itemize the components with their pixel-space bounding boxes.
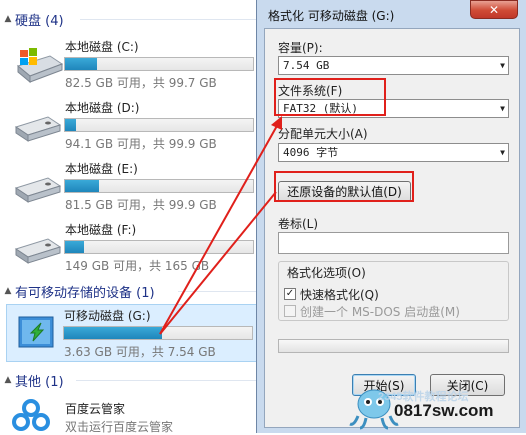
group-header-hard-drives[interactable]: ▲ 硬盘 (4)	[0, 8, 262, 30]
collapse-chevron-icon[interactable]: ▲	[1, 14, 15, 24]
allocation-select[interactable]: 4096 字节 ▼	[278, 143, 509, 162]
collapse-chevron-icon[interactable]: ▲	[1, 375, 15, 385]
drive-item-d[interactable]: 本地磁盘 (D:) 94.1 GB 可用，共 99.9 GB	[8, 97, 260, 153]
quick-format-label[interactable]: 快速格式化(Q)	[300, 286, 379, 303]
group-header-removable[interactable]: ▲ 有可移动存储的设备 (1)	[0, 280, 262, 302]
group-title: 硬盘 (4)	[15, 13, 64, 29]
app-name: 百度云管家	[65, 402, 126, 416]
close-icon: ✕	[488, 2, 500, 17]
explorer-pane: ▲ 硬盘 (4) 本地磁盘 (C:) 82.5 GB 可用，共 99.7 GB …	[0, 0, 262, 434]
drive-space-info: 149 GB 可用，共 165 GB	[65, 259, 210, 273]
drive-usage-fill	[65, 58, 97, 70]
capacity-label: 容量(P):	[278, 41, 323, 55]
annotation-box-filesystem	[274, 78, 386, 116]
usb-drive-icon	[18, 316, 54, 348]
drive-name: 本地磁盘 (F:)	[65, 223, 137, 237]
dialog-titlebar[interactable]: 格式化 可移动磁盘 (G:) ✕	[257, 0, 526, 28]
drive-space-info: 81.5 GB 可用，共 99.9 GB	[65, 198, 217, 212]
drive-space-info: 3.63 GB 可用，共 7.54 GB	[64, 345, 216, 359]
watermark-site-text: 0817sw.com	[394, 401, 494, 420]
baidu-cloud-icon	[12, 399, 50, 431]
drive-name: 本地磁盘 (C:)	[65, 40, 139, 54]
drive-item-f[interactable]: 本地磁盘 (F:) 149 GB 可用，共 165 GB	[8, 219, 260, 275]
group-divider	[178, 291, 258, 292]
group-title: 有可移动存储的设备 (1)	[15, 285, 155, 301]
drive-usage-bar	[64, 118, 254, 132]
volume-label-input[interactable]	[278, 232, 509, 254]
drive-name: 可移动磁盘 (G:)	[64, 309, 151, 323]
msdos-checkbox[interactable]	[284, 305, 296, 317]
quick-format-checkbox[interactable]: ✓	[284, 288, 296, 300]
drive-space-info: 82.5 GB 可用，共 99.7 GB	[65, 76, 217, 90]
drive-usage-fill	[64, 327, 162, 339]
baidu-cloud-item[interactable]: 百度云管家 双击运行百度云管家	[8, 394, 260, 434]
drive-usage-bar	[64, 240, 254, 254]
drive-space-info: 94.1 GB 可用，共 99.9 GB	[65, 137, 217, 151]
msdos-label[interactable]: 创建一个 MS-DOS 启动盘(M)	[300, 303, 460, 320]
capacity-value: 7.54 GB	[283, 59, 330, 72]
check-icon: ✓	[285, 288, 295, 299]
drive-item-e[interactable]: 本地磁盘 (E:) 81.5 GB 可用，共 99.9 GB	[8, 158, 260, 214]
allocation-label: 分配单元大小(A)	[278, 127, 368, 141]
dropdown-arrow-icon: ▼	[500, 104, 505, 113]
hard-drive-icon	[14, 238, 62, 264]
dropdown-arrow-icon: ▼	[500, 61, 505, 70]
close-window-button[interactable]: ✕	[470, 0, 518, 19]
group-header-other[interactable]: ▲ 其他 (1)	[0, 369, 262, 391]
annotation-box-restore-defaults	[274, 171, 414, 202]
format-dialog: 格式化 可移动磁盘 (G:) ✕ 容量(P): 7.54 GB ▼ 文件系统(F…	[256, 0, 526, 433]
drive-usage-bar	[64, 179, 254, 193]
hard-drive-icon	[14, 116, 62, 142]
app-subtitle: 双击运行百度云管家	[65, 420, 174, 434]
drive-usage-fill	[65, 241, 84, 253]
capacity-select[interactable]: 7.54 GB ▼	[278, 56, 509, 75]
drive-usage-fill	[65, 119, 77, 131]
group-divider	[80, 19, 258, 20]
drive-usage-bar	[64, 57, 254, 71]
hard-drive-icon	[14, 177, 62, 203]
drive-item-c[interactable]: 本地磁盘 (C:) 82.5 GB 可用，共 99.7 GB	[8, 36, 260, 92]
dialog-title: 格式化 可移动磁盘 (G:)	[268, 9, 395, 23]
volume-label-label: 卷标(L)	[278, 217, 319, 231]
drive-item-g[interactable]: 可移动磁盘 (G:) 3.63 GB 可用，共 7.54 GB	[6, 304, 260, 362]
windows-drive-icon	[16, 48, 64, 84]
drive-name: 本地磁盘 (D:)	[65, 101, 140, 115]
group-divider	[76, 380, 258, 381]
format-options-label: 格式化选项(O)	[285, 264, 368, 281]
group-title: 其他 (1)	[15, 374, 64, 390]
drive-usage-fill	[65, 180, 99, 192]
drive-name: 本地磁盘 (E:)	[65, 162, 138, 176]
format-progress-bar	[278, 339, 509, 353]
allocation-value: 4096 字节	[283, 146, 339, 159]
collapse-chevron-icon[interactable]: ▲	[1, 286, 15, 296]
drive-usage-bar	[63, 326, 253, 340]
dropdown-arrow-icon: ▼	[500, 148, 505, 157]
